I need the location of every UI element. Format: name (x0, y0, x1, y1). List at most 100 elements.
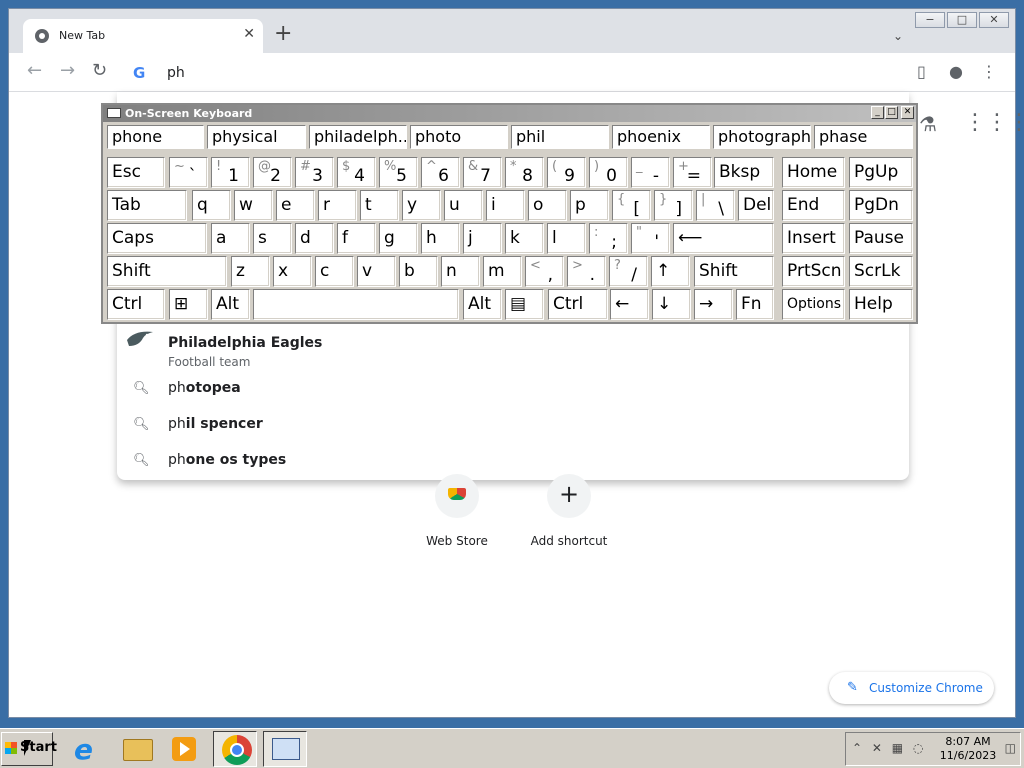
key-esc[interactable]: Esc (107, 157, 165, 188)
key-num[interactable]: ^ 6 (421, 157, 460, 188)
shortcut-web-store[interactable]: Web Store (407, 474, 507, 548)
key-fn[interactable]: Fn (736, 289, 774, 320)
key-space[interactable] (253, 289, 459, 320)
prediction-word[interactable]: philadelph... (309, 125, 407, 149)
side-panel-icon[interactable]: ▯ (917, 62, 926, 81)
key-symbol[interactable]: | \ (696, 190, 735, 221)
key-letter[interactable]: u (444, 190, 483, 221)
key-num[interactable]: ) 0 (589, 157, 628, 188)
key-num[interactable]: @2 (253, 157, 292, 188)
forward-icon[interactable]: → (60, 61, 75, 81)
key-ctrl-left[interactable]: Ctrl (107, 289, 165, 320)
prediction-word[interactable]: phone (107, 125, 204, 149)
key-letter[interactable]: m (483, 256, 522, 287)
key-num[interactable]: % 5 (379, 157, 418, 188)
key-letter[interactable]: n (441, 256, 480, 287)
key-symbol[interactable]: ? / (609, 256, 648, 287)
key-symbol[interactable]: :; (589, 223, 628, 254)
key-end[interactable]: End (782, 190, 845, 221)
customize-chrome-button[interactable]: ✎ Customize Chrome (829, 672, 994, 704)
key-windows[interactable]: ⊞ (169, 289, 208, 320)
key-pause[interactable]: Pause (849, 223, 913, 254)
key-num[interactable]: * 8 (505, 157, 544, 188)
key-letter[interactable]: t (360, 190, 399, 221)
key-letter[interactable]: l (547, 223, 586, 254)
back-icon[interactable]: ← (27, 61, 42, 81)
key-help[interactable]: Help (849, 289, 913, 320)
new-tab-button[interactable]: + (274, 23, 292, 45)
key-arrow-down[interactable]: ↓ (652, 289, 691, 320)
prediction-word[interactable]: phil (511, 125, 609, 149)
key-pgdn[interactable]: PgDn (849, 190, 913, 221)
suggestion-item[interactable]: 🔍︎ phil spencer (117, 409, 909, 443)
key-alt-left[interactable]: Alt (211, 289, 250, 320)
key-letter[interactable]: s (253, 223, 292, 254)
chrome-taskbar-button[interactable] (213, 731, 257, 767)
reload-icon[interactable]: ↻ (92, 61, 107, 81)
tab-search-icon[interactable]: ⌄ (893, 29, 903, 43)
key-letter[interactable]: z (231, 256, 270, 287)
key-num[interactable]: _ - (631, 157, 670, 188)
key-enter[interactable]: ⟵ (673, 223, 774, 254)
key-letter[interactable]: g (379, 223, 418, 254)
key-menu[interactable]: ▤ (505, 289, 544, 320)
profile-icon[interactable]: ● (949, 62, 963, 81)
tab-new-tab[interactable]: New Tab ✕ (23, 19, 263, 54)
key-letter[interactable]: j (463, 223, 502, 254)
shortcut-add[interactable]: + Add shortcut (519, 474, 619, 548)
key-shift-right[interactable]: Shift (694, 256, 774, 287)
close-button[interactable]: ✕ (979, 12, 1009, 28)
key-letter[interactable]: y (402, 190, 441, 221)
prediction-word[interactable]: physical (207, 125, 306, 149)
key-num[interactable]: + = (673, 157, 712, 188)
key-symbol[interactable]: <, (525, 256, 564, 287)
key-alt-right[interactable]: Alt (463, 289, 502, 320)
key-letter[interactable]: q (192, 190, 231, 221)
key-home[interactable]: Home (782, 157, 845, 188)
key-letter[interactable]: r (318, 190, 357, 221)
key-letter[interactable]: e (276, 190, 315, 221)
key-delete[interactable]: Del (738, 190, 774, 221)
key-letter[interactable]: k (505, 223, 544, 254)
suggestion-item[interactable]: 🔍︎ phone os types (117, 445, 909, 479)
key-letter[interactable]: w (234, 190, 273, 221)
key-symbol[interactable]: }] (654, 190, 693, 221)
key-options[interactable]: Options (782, 289, 845, 320)
media-player-button[interactable] (162, 731, 206, 767)
key-print-screen[interactable]: PrtScn (782, 256, 845, 287)
key-backspace[interactable]: Bksp (714, 157, 774, 188)
osk-maximize-button[interactable]: □ (885, 106, 898, 119)
key-letter[interactable]: b (399, 256, 438, 287)
key-arrow-right[interactable]: → (694, 289, 733, 320)
key-letter[interactable]: v (357, 256, 396, 287)
key-symbol[interactable]: " ' (631, 223, 670, 254)
omnibox[interactable]: G ph (117, 56, 907, 90)
prediction-word[interactable]: phoenix (612, 125, 710, 149)
osk-taskbar-button[interactable] (263, 731, 307, 767)
apps-grid-icon[interactable]: ⋮⋮⋮ (964, 110, 1024, 135)
key-num[interactable]: $4 (337, 157, 376, 188)
prediction-word[interactable]: photograph... (713, 125, 811, 149)
key-symbol[interactable]: {[ (612, 190, 651, 221)
prediction-word[interactable]: photo (410, 125, 508, 149)
key-shift-left[interactable]: Shift (107, 256, 227, 287)
key-symbol[interactable]: >. (567, 256, 606, 287)
key-num[interactable]: ! 1 (211, 157, 250, 188)
key-num[interactable]: & 7 (463, 157, 502, 188)
show-desktop-icon[interactable]: ◫ (1005, 741, 1016, 755)
key-letter[interactable]: x (273, 256, 312, 287)
key-pgup[interactable]: PgUp (849, 157, 913, 188)
key-letter[interactable]: o (528, 190, 567, 221)
key-arrow-up[interactable]: ↑ (651, 256, 690, 287)
key-letter[interactable]: d (295, 223, 334, 254)
suggestion-item[interactable]: 🔍︎ photopea (117, 373, 909, 407)
key-letter[interactable]: c (315, 256, 354, 287)
osk-close-button[interactable]: ✕ (901, 106, 914, 119)
minimize-button[interactable]: − (915, 12, 945, 28)
key-num[interactable]: #3 (295, 157, 334, 188)
omnibox-input[interactable]: ph (167, 65, 185, 81)
suggestion-item[interactable]: Philadelphia Eagles Football team (117, 328, 909, 369)
key-ctrl-right[interactable]: Ctrl (548, 289, 608, 320)
labs-icon[interactable]: ⚗ (919, 112, 937, 136)
key-letter[interactable]: a (211, 223, 250, 254)
